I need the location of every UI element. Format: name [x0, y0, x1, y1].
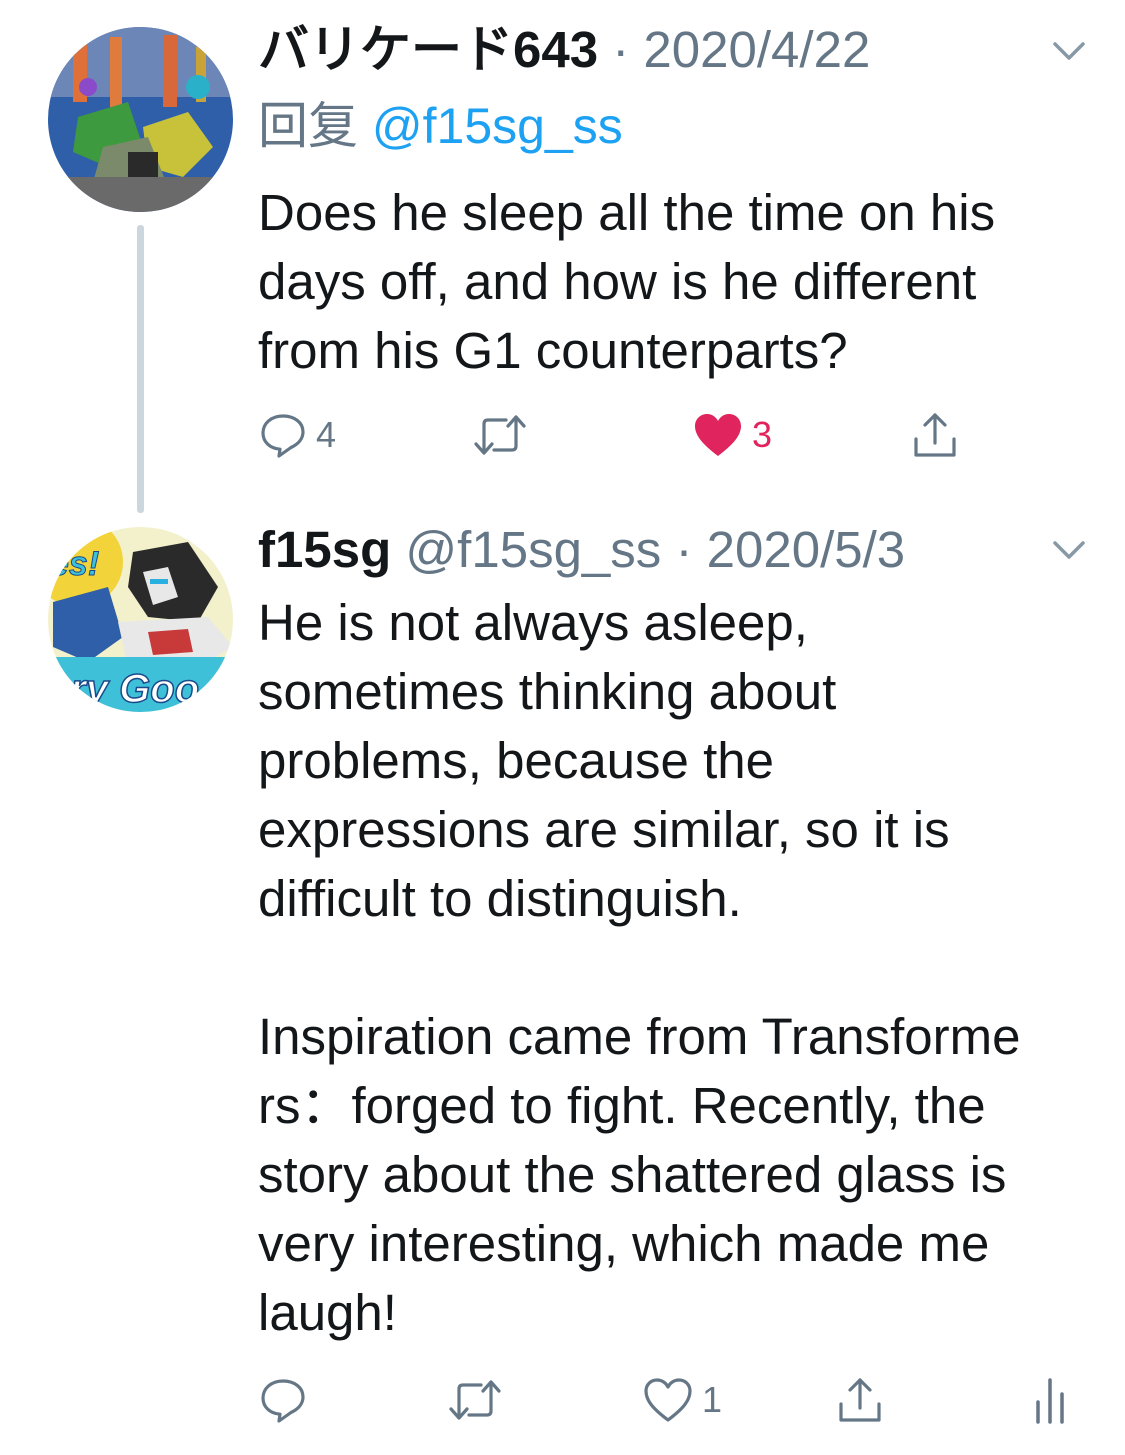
tweet-1[interactable]: バリケード643 · 2020/4/22 回复 @f15sg_ss Does h… — [0, 0, 1125, 515]
action-bar: 4 3 — [0, 405, 1125, 465]
reply-icon — [261, 414, 305, 458]
separator-dot: · — [661, 521, 707, 578]
reply-handle-link[interactable]: @f15sg_ss — [372, 98, 623, 154]
like-button[interactable]: 1 — [642, 1370, 722, 1430]
tweet-text: He is not always asleep, sometimes think… — [258, 588, 1088, 1347]
like-count: 1 — [702, 1379, 723, 1420]
tweet-text-line: Does he sleep all the time on his — [258, 184, 996, 241]
display-name[interactable]: f15sg — [258, 521, 391, 578]
svg-text:es!: es! — [50, 545, 99, 583]
timestamp[interactable]: 2020/4/22 — [643, 21, 870, 78]
reply-count: 4 — [316, 414, 337, 455]
heart-filled-icon — [695, 414, 741, 456]
tweet-text-line: laugh! — [258, 1284, 397, 1341]
avatar[interactable] — [48, 27, 233, 212]
retweet-button[interactable] — [470, 405, 538, 465]
tweet-text-line: very interesting, which made me — [258, 1215, 990, 1272]
retweet-button[interactable] — [445, 1370, 513, 1430]
paragraph-break — [258, 933, 1088, 1002]
tweet-header: f15sg @f15sg_ss · 2020/5/3 — [258, 520, 905, 580]
handle[interactable]: @f15sg_ss — [391, 521, 661, 578]
avatar[interactable]: es! ery Goo — [48, 527, 233, 712]
reply-button[interactable] — [258, 1370, 316, 1430]
tweet-text-line: rs：forged to fight. Recently, the — [258, 1077, 986, 1134]
heart-outline-icon — [644, 1378, 692, 1422]
tweet-text-line: difficult to distinguish. — [258, 870, 742, 927]
tweet-text-line: Inspiration came from Transforme — [258, 1008, 1021, 1065]
chevron-down-icon[interactable] — [1047, 527, 1091, 571]
reply-icon — [261, 1379, 305, 1423]
separator-dot: · — [598, 21, 644, 78]
retweet-icon — [474, 415, 526, 455]
reply-button[interactable]: 4 — [258, 405, 336, 465]
tweet-2[interactable]: es! ery Goo f15sg @f15sg_ss · 2020/5/3 H… — [0, 515, 1125, 1455]
tweet-text-line: expressions are similar, so it is — [258, 801, 950, 858]
timestamp[interactable]: 2020/5/3 — [707, 521, 906, 578]
share-button[interactable] — [835, 1370, 885, 1430]
display-name[interactable]: バリケード643 — [258, 21, 598, 78]
retweet-icon — [449, 1380, 501, 1420]
tweet-text-line: days off, and how is he different — [258, 253, 977, 310]
share-button[interactable] — [910, 405, 960, 465]
tweet-text-line: from his G1 counterparts? — [258, 322, 848, 379]
share-icon — [839, 1378, 881, 1422]
action-bar: 1 — [0, 1370, 1125, 1430]
tweet-text: Does he sleep all the time on his days o… — [258, 178, 1088, 385]
reply-prefix: 回复 — [258, 98, 372, 154]
analytics-icon — [1036, 1378, 1064, 1424]
like-count: 3 — [752, 414, 773, 455]
share-icon — [914, 413, 956, 457]
tweet-text-line: story about the shattered glass is — [258, 1146, 1007, 1203]
tweet-text-line: problems, because the — [258, 732, 774, 789]
tweet-text-line: He is not always asleep, — [258, 594, 808, 651]
analytics-button[interactable] — [1030, 1370, 1070, 1430]
chevron-down-icon[interactable] — [1047, 28, 1091, 72]
svg-text:ery Goo: ery Goo — [48, 667, 199, 711]
tweet-text-line: sometimes thinking about — [258, 663, 837, 720]
like-button[interactable]: 3 — [692, 405, 772, 465]
tweet-header: バリケード643 · 2020/4/22 — [258, 20, 870, 80]
reply-context: 回复 @f15sg_ss — [258, 96, 623, 156]
